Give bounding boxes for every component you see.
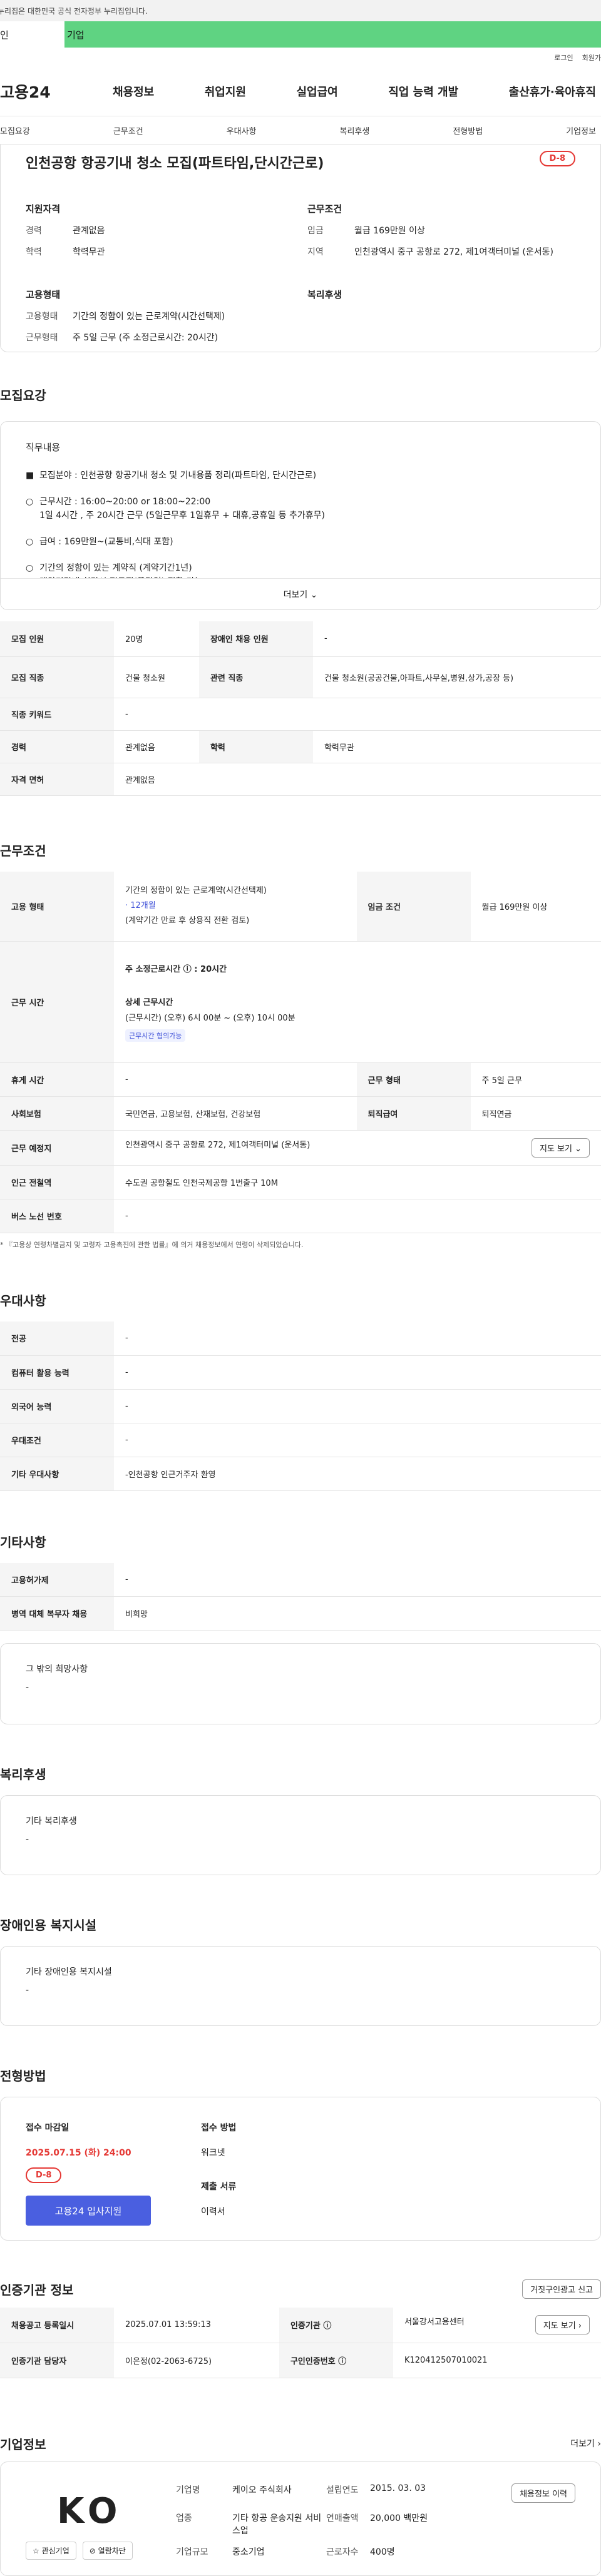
table-row: 고용허가제 - — [0, 1562, 601, 1597]
welfare-box: 기타 복리후생 - — [0, 1795, 601, 1875]
login-link[interactable]: 로그인 — [554, 54, 573, 62]
emp-heading: 고용형태 — [26, 289, 61, 300]
cond-heading: 근무조건 — [307, 203, 342, 215]
anchor-tabs: 모집요강 근무조건 우대사항 복리후생 전형방법 기업정보 — [0, 116, 601, 145]
table-row: 모집 인원 20명 장애인 채용 인원 - — [0, 621, 601, 657]
signup-link[interactable]: 회원가 — [582, 54, 601, 62]
gnb-parental-leave[interactable]: 출산휴가·육아휴직 — [509, 83, 596, 99]
table-row: 직종 키워드 - — [0, 698, 601, 731]
table-row: 외국어 능력 - — [0, 1389, 601, 1423]
anchor-apply[interactable]: 전형방법 — [453, 125, 483, 136]
tab-company[interactable]: 기업 — [64, 21, 601, 48]
user-type-tabs: 인 기업 — [0, 21, 601, 48]
apply-button[interactable]: 고용24 입사지원 — [26, 2196, 151, 2226]
table-row: 사회보험 국민연금, 고용보험, 산재보험, 건강보험 퇴직급여 퇴직연금 — [0, 1096, 601, 1131]
dday-badge: D-8 — [26, 2167, 62, 2183]
tab-person[interactable]: 인 — [0, 21, 64, 48]
more-button[interactable]: 더보기 ⌄ — [1, 578, 600, 609]
block-view-button[interactable]: ⊘ 열람차단 — [82, 2541, 133, 2560]
company-logo: KO — [57, 2490, 123, 2532]
util-links: 로그인 회원가 — [0, 48, 601, 66]
agency-map-button[interactable]: 지도 보기 › — [535, 2315, 590, 2335]
table-row: 근무 시간 주 소정근로시간 ⓘ : 20시간 상세 근무시간 (근무시간) (… — [0, 941, 601, 1063]
table-row: 인증기관 담당자 이은정(02-2063-6725) 구인인증번호 ⓘ K12041… — [0, 2343, 601, 2378]
section-title-work: 근무조건 — [0, 843, 46, 858]
welfare-heading: 복리후생 — [307, 289, 342, 300]
duty-item: ○ 근무시간 : 16:00~20:00 or 18:00~22:00 1일 4시… — [26, 497, 325, 521]
negotiable-tag: 근무시간 협의가능 — [125, 1029, 186, 1042]
map-view-button[interactable]: 지도 보기 ⌄ — [532, 1138, 590, 1158]
gov-banner: 누리집은 대한민국 공식 전자정부 누리집입니다. — [0, 0, 601, 21]
table-row: 인근 전철역 수도권 공항철도 인천국제공항 1번출구 10M — [0, 1165, 601, 1199]
anchor-company[interactable]: 기업정보 — [566, 125, 596, 136]
recruit-box: 직무내용 ■ 모집분야 : 인천공항 항공기내 청소 및 기내용품 정리(파트타임… — [0, 421, 601, 610]
anchor-recruit[interactable]: 모집요강 — [0, 125, 30, 136]
table-row: 컴퓨터 활용 능력 - — [0, 1355, 601, 1390]
table-row: 자격 면허 관계없음 — [0, 763, 601, 796]
anchor-work[interactable]: 근무조건 — [113, 125, 143, 136]
section-title-welfare: 복리후생 — [0, 1767, 46, 1782]
recruit-table: 모집 인원 20명 장애인 채용 인원 - 모집 직종 건물 청소원 관련 직종 건물 … — [0, 621, 601, 796]
duty-item: ■ 모집분야 : 인천공항 항공기내 청소 및 기내용품 정리(파트타임, 단시간… — [26, 471, 317, 481]
job-summary: 인천공항 항공기내 청소 모집(파트타임,단시간근로) D-8 지원자격 경력 관… — [0, 145, 601, 352]
report-fake-ad-button[interactable]: 거짓구인광고 신고 — [522, 2279, 601, 2299]
duty-item: ○ 급여 : 169만원~(교통비,식대 포함) — [26, 537, 173, 547]
table-row: 모집 직종 건물 청소원 관련 직종 건물 청소원(공공건물,아파트,사무실,병원,… — [0, 656, 601, 698]
interest-company-button[interactable]: ☆ 관심기업 — [26, 2541, 76, 2560]
apply-box: 접수 마감일 2025.07.15 (화) 24:00 D-8 고용24 입사지… — [0, 2097, 601, 2241]
dday-badge: D-8 — [539, 151, 575, 166]
job-title: 인천공항 항공기내 청소 모집(파트타임,단시간근로) — [26, 156, 324, 171]
age-note: * 『고용상 연령차별금지 및 고령자 고용촉진에 관한 법률』에 의거 채용정… — [0, 1241, 304, 1249]
etc-table: 고용허가제 - 병역 대체 복무자 채용 비희망 — [0, 1562, 601, 1631]
table-row: 휴게 시간 - 근무 형태 주 5일 근무 — [0, 1062, 601, 1097]
agency-table: 채용공고 등록일시 2025.07.01 13:59:13 인증기관 ⓘ 서울강서… — [0, 2308, 601, 2378]
work-table: 고용 형태 기간의 정함이 있는 근로계약(시간선택제) · 12개월 (계약기… — [0, 871, 601, 1233]
company-info-grid: 기업명 케이오 주식회사 설립연도 2015. 03. 03 채용정보 이력 업종 기… — [176, 2483, 575, 2557]
anchor-welfare[interactable]: 복리후생 — [339, 125, 369, 136]
table-row: 경력 관계없음 학력 학력무관 — [0, 730, 601, 763]
site-logo[interactable]: 고용24 — [0, 80, 113, 103]
table-row: 고용 형태 기간의 정함이 있는 근로계약(시간선택제) · 12개월 (계약기… — [0, 871, 601, 942]
global-nav: 고용24 채용정보 취업지원 실업급여 직업 능력 개발 출산휴가·육아휴직 — [0, 66, 601, 116]
table-row: 기타 우대사항 -인천공항 인근거주자 환영 — [0, 1457, 601, 1491]
table-row: 근무 예정지 인천광역시 중구 공항로 272, 제1여객터미널 (운서동) 지… — [0, 1130, 601, 1166]
table-row: 버스 노선 번호 - — [0, 1199, 601, 1233]
section-title-etc: 기타사항 — [0, 1534, 46, 1550]
facility-box: 기타 장애인용 복지시설 - — [0, 1946, 601, 2026]
company-box: KO ☆ 관심기업 ⊘ 열람차단 기업명 케이오 주식회사 설립연도 2015. 0… — [0, 2461, 601, 2576]
job-history-button[interactable]: 채용정보 이력 — [511, 2483, 575, 2503]
pref-table: 전공 - 컴퓨터 활용 능력 - 외국어 능력 - 우대조건 - 기타 우대사항 -인천공… — [0, 1321, 601, 1491]
section-title-recruit: 모집요강 — [0, 388, 46, 403]
qual-heading: 지원자격 — [26, 203, 61, 215]
section-title-facility: 장애인용 복지시설 — [0, 1918, 97, 1933]
table-row: 우대조건 - — [0, 1423, 601, 1457]
gnb-unemployment[interactable]: 실업급여 — [297, 83, 338, 99]
gnb-menu: 채용정보 취업지원 실업급여 직업 능력 개발 출산휴가·육아휴직 — [113, 83, 601, 99]
table-row: 전공 - — [0, 1321, 601, 1356]
section-title-apply: 전형방법 — [0, 2069, 46, 2084]
section-title-company: 기업정보 — [0, 2436, 46, 2452]
section-title-pref: 우대사항 — [0, 1293, 46, 1308]
gnb-training[interactable]: 직업 능력 개발 — [388, 83, 458, 99]
gnb-employment-support[interactable]: 취업지원 — [205, 83, 246, 99]
company-more-link[interactable]: 더보기 › — [570, 2437, 601, 2450]
anchor-pref[interactable]: 우대사항 — [227, 125, 257, 136]
table-row: 채용공고 등록일시 2025.07.01 13:59:13 인증기관 ⓘ 서울강서… — [0, 2308, 601, 2343]
duty-heading: 직무내용 — [26, 442, 61, 453]
wish-box: 그 밖의 희망사항 - — [0, 1643, 601, 1724]
table-row: 병역 대체 복무자 채용 비희망 — [0, 1596, 601, 1631]
section-title-agency: 인증기관 정보 — [0, 2283, 74, 2298]
gnb-jobs[interactable]: 채용정보 — [113, 83, 154, 99]
